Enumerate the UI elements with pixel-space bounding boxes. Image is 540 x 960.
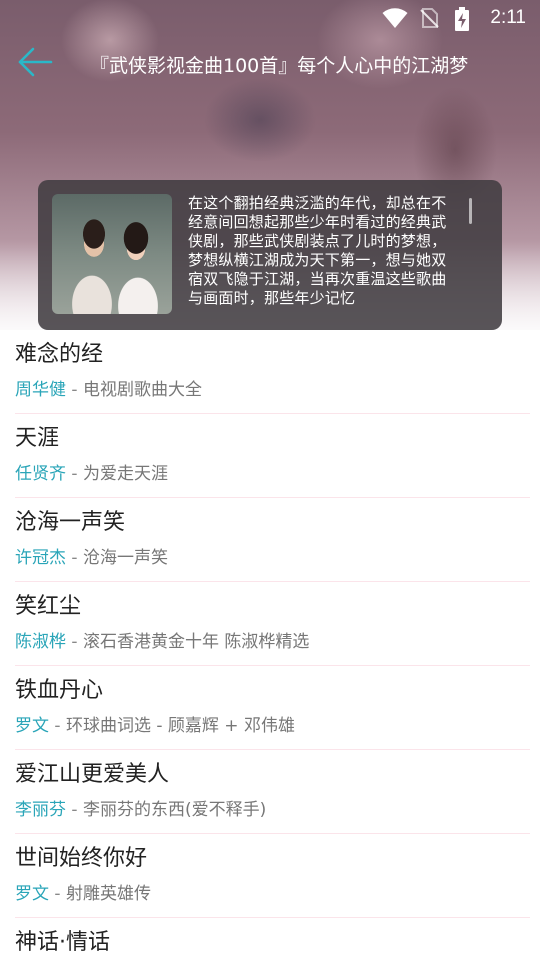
song-item[interactable]: 难念的经 周华健 - 电视剧歌曲大全 (0, 330, 540, 414)
description-scrollbar[interactable] (469, 198, 472, 224)
page-title: 『武侠影视金曲100首』每个人心中的江湖梦 (90, 54, 469, 77)
song-title: 世间始终你好 (15, 846, 148, 871)
song-album: 为爱走天涯 (82, 464, 168, 484)
song-item[interactable]: 沧海一声笑 许冠杰 - 沧海一声笑 (0, 498, 540, 582)
status-bar: 2:11 (0, 0, 540, 36)
playlist-description: 在这个翻拍经典泛滥的年代，却总在不经意间回想起那些少年时看过的经典武侠剧，那些武… (188, 194, 447, 307)
song-meta: 周华健 - 电视剧歌曲大全 (15, 378, 525, 402)
song-album: 李丽芬的东西(爱不释手) (82, 800, 267, 820)
song-list: 难念的经 周华健 - 电视剧歌曲大全 天涯 任贤齐 - 为爱走天涯 沧海一声笑 … (0, 330, 540, 960)
song-meta: 任贤齐 - 为爱走天涯 (15, 462, 525, 486)
song-album: 沧海一声笑 (82, 548, 168, 568)
song-title: 铁血丹心 (15, 678, 104, 703)
song-title: 沧海一声笑 (15, 510, 126, 535)
song-album: 环球曲词选 - 顾嘉辉 + 邓伟雄 (65, 716, 295, 736)
song-title: 难念的经 (15, 342, 104, 367)
song-album: 射雕英雄传 (65, 884, 151, 904)
song-artist: 任贤齐 (15, 464, 66, 484)
song-artist: 罗文 (15, 716, 49, 736)
song-item[interactable]: 爱江山更爱美人 李丽芬 - 李丽芬的东西(爱不释手) (0, 750, 540, 834)
song-item[interactable]: 笑红尘 陈淑桦 - 滚石香港黄金十年 陈淑桦精选 (0, 582, 540, 666)
battery-charging-icon (454, 7, 478, 31)
song-meta: 罗文 - 射雕英雄传 (15, 882, 525, 906)
back-arrow-icon (17, 47, 53, 81)
song-meta: 罗文 - 环球曲词选 - 顾嘉辉 + 邓伟雄 (15, 714, 525, 738)
song-separator: - (66, 800, 83, 820)
status-time: 2:11 (490, 7, 526, 28)
song-separator: - (66, 632, 83, 652)
song-item[interactable]: 铁血丹心 罗文 - 环球曲词选 - 顾嘉辉 + 邓伟雄 (0, 666, 540, 750)
song-separator: - (66, 380, 83, 400)
title-bar: 『武侠影视金曲100首』每个人心中的江湖梦 (0, 36, 540, 92)
song-item[interactable]: 神话·情话 (0, 918, 540, 960)
song-separator: - (49, 716, 66, 736)
song-item[interactable]: 天涯 任贤齐 - 为爱走天涯 (0, 414, 540, 498)
song-artist: 周华健 (15, 380, 66, 400)
playlist-cover-image (52, 194, 172, 314)
song-album: 滚石香港黄金十年 陈淑桦精选 (82, 632, 310, 652)
song-meta: 李丽芬 - 李丽芬的东西(爱不释手) (15, 798, 525, 822)
song-separator: - (66, 464, 83, 484)
song-separator: - (66, 548, 83, 568)
no-sim-icon (418, 7, 442, 29)
back-button[interactable] (0, 36, 70, 92)
song-title: 爱江山更爱美人 (15, 762, 170, 787)
song-item[interactable]: 世间始终你好 罗文 - 射雕英雄传 (0, 834, 540, 918)
song-artist: 陈淑桦 (15, 632, 66, 652)
song-title: 神话·情话 (15, 930, 110, 955)
song-title: 笑红尘 (15, 594, 82, 619)
song-meta: 许冠杰 - 沧海一声笑 (15, 546, 525, 570)
song-artist: 罗文 (15, 884, 49, 904)
song-title: 天涯 (15, 426, 60, 451)
song-separator: - (49, 884, 66, 904)
wifi-icon (382, 7, 408, 29)
song-meta: 陈淑桦 - 滚石香港黄金十年 陈淑桦精选 (15, 630, 525, 654)
playlist-intro-card[interactable]: 在这个翻拍经典泛滥的年代，却总在不经意间回想起那些少年时看过的经典武侠剧，那些武… (38, 180, 502, 330)
song-artist: 许冠杰 (15, 548, 66, 568)
song-artist: 李丽芬 (15, 800, 66, 820)
song-album: 电视剧歌曲大全 (82, 380, 202, 400)
